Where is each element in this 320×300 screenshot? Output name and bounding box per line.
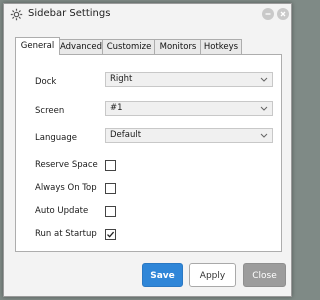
tab-hotkeys[interactable]: Hotkeys [200,39,242,54]
minimize-icon [265,13,271,15]
run-at-startup-label: Run at Startup [35,229,97,239]
title-bar: Sidebar Settings [4,4,291,24]
close-icon [280,11,286,17]
window-title: Sidebar Settings [28,8,111,19]
tab-advanced[interactable]: Advanced [58,39,104,54]
screen-select[interactable]: #1 [105,101,273,116]
dock-select[interactable]: Right [105,72,273,87]
auto-update-label: Auto Update [35,206,89,216]
chevron-down-icon [260,77,268,82]
language-label: Language [35,133,77,143]
language-select[interactable]: Default [105,128,273,143]
close-window-button[interactable] [277,8,289,20]
gear-icon [10,8,23,21]
chevron-down-icon [260,106,268,111]
tab-monitors[interactable]: Monitors [154,39,202,54]
reserve-space-checkbox[interactable] [105,160,116,171]
dock-value: Right [110,74,133,84]
checkmark-icon [107,231,115,238]
tab-customize[interactable]: Customize [102,39,156,54]
settings-window: Sidebar Settings General Advanced Custom… [3,3,292,297]
screen-value: #1 [110,103,123,113]
reserve-space-label: Reserve Space [35,160,98,170]
screen-label: Screen [35,106,65,116]
tab-general[interactable]: General [15,37,60,55]
save-button[interactable]: Save [142,263,183,287]
always-on-top-label: Always On Top [35,183,97,193]
minimize-button[interactable] [262,8,274,20]
chevron-down-icon [260,133,268,138]
apply-button[interactable]: Apply [189,263,236,287]
language-value: Default [110,130,142,140]
auto-update-checkbox[interactable] [105,206,116,217]
always-on-top-checkbox[interactable] [105,183,116,194]
general-panel: Dock Right Screen #1 Language Default Re… [15,54,282,252]
dock-label: Dock [35,77,57,87]
close-button[interactable]: Close [243,263,286,287]
run-at-startup-checkbox[interactable] [105,229,116,240]
